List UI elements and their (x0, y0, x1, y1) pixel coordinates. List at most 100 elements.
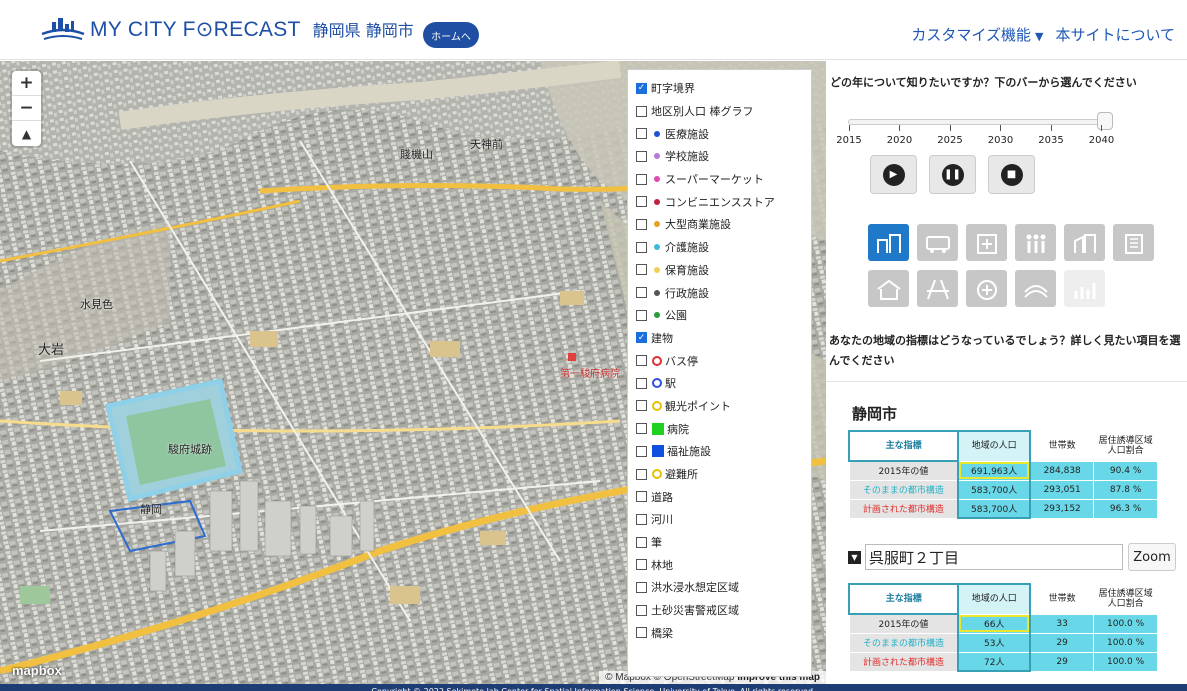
bridge-icon[interactable] (917, 270, 958, 307)
layer-item[interactable]: 病院 (636, 417, 811, 440)
admin-icon[interactable] (1113, 224, 1154, 261)
layer-label: 医療施設 (665, 127, 709, 141)
layer-checkbox[interactable] (636, 468, 647, 480)
welfare-icon[interactable] (1015, 224, 1056, 261)
layer-checkbox[interactable] (636, 105, 647, 117)
layer-item[interactable]: 橋梁 (636, 622, 811, 645)
layer-item[interactable]: 大型商業施設 (636, 213, 811, 236)
layer-checkbox[interactable] (636, 309, 647, 321)
health-icon[interactable] (966, 270, 1007, 307)
table-header: 世帯数 (1029, 430, 1095, 462)
layer-item[interactable]: ✓ 建物 (636, 327, 811, 350)
table-header-row: 主な指標 地域の人口 世帯数 居住誘導区域 人口割合 (847, 583, 1158, 615)
transport-icon[interactable] (917, 224, 958, 261)
home-button[interactable]: ホームへ (423, 22, 479, 48)
about-link[interactable]: 本サイトについて (1055, 24, 1175, 45)
layer-item[interactable]: スーパーマーケット (636, 168, 811, 191)
zoom-out-button[interactable]: − (12, 96, 41, 121)
households-cell: 293,152 (1029, 498, 1095, 519)
layer-item[interactable]: 公園 (636, 304, 811, 327)
mapbox-logo[interactable]: mapbox (12, 663, 62, 678)
population-cell: 583,700人 (957, 498, 1032, 519)
finance-icon[interactable] (1064, 270, 1105, 307)
town-zoom-button[interactable]: Zoom (1128, 543, 1176, 571)
table-row: 2015年の値 691,963人 284,838 90.4 % (848, 460, 1158, 481)
layer-checkbox[interactable]: ✓ (636, 332, 647, 344)
layer-checkbox[interactable] (636, 400, 647, 412)
stop-button[interactable]: ■ (988, 155, 1035, 194)
app-header: MY CITY F⊙RECAST 静岡県 静岡市 ホームへ カスタマイズ機能 ▼ … (0, 0, 1187, 60)
layer-item[interactable]: 福祉施設 (636, 440, 811, 463)
layer-item[interactable]: 洪水浸水想定区域 (636, 576, 811, 599)
layer-item[interactable]: 河川 (636, 508, 811, 531)
layer-checkbox[interactable] (636, 355, 647, 367)
table-row: 計画された都市構造 583,700人 293,152 96.3 % (848, 498, 1158, 519)
population-icon[interactable] (868, 224, 909, 261)
customize-menu[interactable]: カスタマイズ機能 ▼ (911, 24, 1043, 45)
row-label: 計画された都市構造 (848, 651, 959, 672)
layer-item[interactable]: 道路 (636, 485, 811, 508)
compass-icon[interactable]: ▲ (12, 121, 41, 146)
year-tick-label: 2015 (829, 125, 869, 146)
layer-item[interactable]: 駅 (636, 372, 811, 395)
pause-button[interactable]: ❚❚ (929, 155, 976, 194)
agriculture-icon[interactable] (1015, 270, 1056, 307)
layer-item[interactable]: 筆 (636, 531, 811, 554)
layer-checkbox[interactable]: ✓ (636, 82, 647, 94)
layer-label: 筆 (651, 536, 662, 550)
layer-item[interactable]: 医療施設 (636, 122, 811, 145)
dropdown-arrow-icon[interactable]: ▼ (848, 550, 861, 564)
layer-checkbox[interactable] (636, 581, 647, 593)
layer-item[interactable]: 介護施設 (636, 236, 811, 259)
map-label: 大岩 (38, 343, 65, 358)
layer-label: 駅 (665, 377, 676, 391)
layer-checkbox[interactable] (636, 241, 647, 253)
layer-item[interactable]: ✓ 町字境界 (636, 77, 811, 100)
layer-checkbox[interactable] (636, 604, 647, 616)
row-label: そのままの都市構造 (848, 632, 959, 653)
layer-checkbox[interactable] (636, 536, 647, 548)
layer-item[interactable]: 林地 (636, 553, 811, 576)
layer-checkbox[interactable] (636, 491, 647, 503)
layer-item[interactable]: コンビニエンスストア (636, 190, 811, 213)
layer-item[interactable]: 保育施設 (636, 259, 811, 282)
layer-checkbox[interactable] (636, 150, 647, 162)
layer-item[interactable]: 学校施設 (636, 145, 811, 168)
disaster-icon[interactable] (868, 270, 909, 307)
info-panel: どの年について知りたいですか？下のバーから選んでください 2015 2020 202… (826, 61, 1187, 684)
play-button[interactable]: ▶ (870, 155, 917, 194)
layer-item[interactable]: バス停 (636, 349, 811, 372)
layer-item[interactable]: 行政施設 (636, 281, 811, 304)
layer-checkbox[interactable] (636, 287, 647, 299)
zoom-in-button[interactable]: + (12, 71, 41, 96)
layer-label: 道路 (651, 490, 673, 504)
legend-dot-icon (654, 312, 660, 319)
legend-square-icon (652, 445, 664, 458)
medical-icon[interactable] (966, 224, 1007, 261)
households-cell: 29 (1029, 632, 1095, 653)
layer-checkbox[interactable] (636, 264, 647, 276)
layer-checkbox[interactable] (636, 559, 647, 571)
legend-dot-icon (654, 130, 660, 137)
layer-checkbox[interactable] (636, 218, 647, 230)
layer-checkbox[interactable] (636, 627, 647, 639)
layer-item[interactable]: 避難所 (636, 463, 811, 486)
layer-checkbox[interactable] (636, 128, 647, 140)
layer-checkbox[interactable] (636, 377, 647, 389)
layer-item[interactable]: 地区別人口 棒グラフ (636, 100, 811, 123)
layer-label: 避難所 (665, 468, 698, 482)
commerce-icon[interactable] (1064, 224, 1105, 261)
layer-checkbox[interactable] (636, 173, 647, 185)
legend-ring-icon (652, 469, 662, 480)
layer-checkbox[interactable] (636, 513, 647, 525)
layer-checkbox[interactable] (636, 445, 647, 457)
ratio-cell: 90.4 % (1093, 460, 1158, 481)
site-logo[interactable]: MY CITY F⊙RECAST 静岡県 静岡市 (40, 16, 414, 42)
layer-checkbox[interactable] (636, 196, 647, 208)
table-row: 2015年の値 66人 33 100.0 % (848, 613, 1158, 634)
layer-item[interactable]: 土砂災害警戒区域 (636, 599, 811, 622)
layer-item[interactable]: 観光ポイント (636, 395, 811, 418)
layer-checkbox[interactable] (636, 423, 647, 435)
legend-dot-icon (654, 198, 660, 205)
town-input[interactable]: 呉服町２丁目 (865, 544, 1123, 570)
